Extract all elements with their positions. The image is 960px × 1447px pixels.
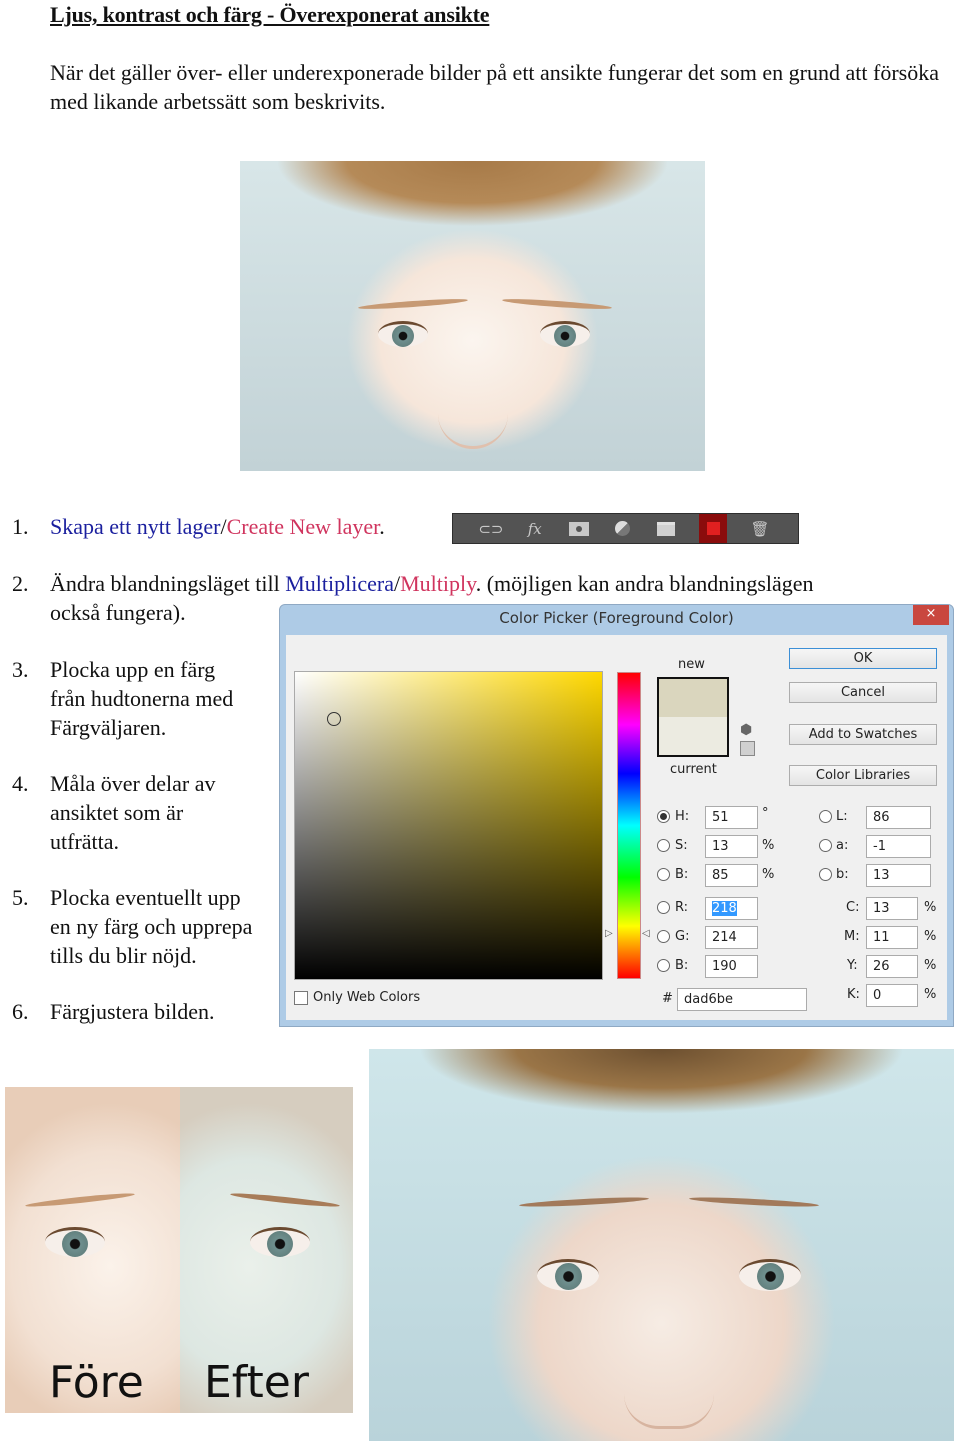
- right-eyebrow: [501, 297, 613, 311]
- after-eye: [250, 1227, 310, 1257]
- lab-b-radio[interactable]: [819, 868, 832, 881]
- hue-slider-left-arrow[interactable]: ▷: [605, 928, 613, 939]
- color-swatch: [657, 677, 729, 757]
- hex-input[interactable]: dad6be: [677, 988, 807, 1011]
- add-mask-icon[interactable]: [568, 519, 590, 539]
- fx-icon[interactable]: fx: [524, 519, 546, 539]
- after-eyebrow: [229, 1191, 341, 1209]
- only-web-colors-checkbox[interactable]: [294, 991, 308, 1005]
- brightness-radio[interactable]: [657, 868, 670, 881]
- dialog-title: Color Picker (Foreground Color): [499, 609, 734, 627]
- saturation-radio[interactable]: [657, 839, 670, 852]
- corrected-face-photo: [369, 1049, 954, 1441]
- intro-paragraph: När det gäller över- eller underexponera…: [50, 60, 939, 114]
- yellow-input[interactable]: 26: [866, 955, 918, 978]
- hue-slider-right-arrow[interactable]: ◁: [642, 928, 650, 939]
- new-label: new: [678, 657, 705, 672]
- after-caption: Efter: [204, 1357, 309, 1408]
- green-input[interactable]: 214: [705, 926, 758, 949]
- new-color-swatch: [659, 679, 727, 717]
- step-4: 4. Måla över delar av ansiktet som är ut…: [12, 771, 216, 854]
- add-to-swatches-button[interactable]: Add to Swatches: [789, 724, 937, 745]
- only-web-colors-label: Only Web Colors: [313, 990, 421, 1005]
- current-color-swatch[interactable]: [659, 717, 727, 755]
- magenta-input[interactable]: 11: [866, 926, 918, 949]
- corrected-left-eye: [537, 1259, 599, 1291]
- step-6: 6. Färgjustera bilden.: [12, 999, 215, 1024]
- cyan-input[interactable]: 13: [866, 897, 918, 920]
- red-radio[interactable]: [657, 901, 670, 914]
- blue-input[interactable]: 190: [705, 955, 758, 978]
- left-eyebrow: [357, 297, 469, 311]
- before-photo: Före: [5, 1087, 180, 1413]
- link-layers-icon[interactable]: ⊂⊃: [478, 519, 503, 539]
- brightness-input[interactable]: 85: [705, 864, 758, 887]
- ok-button[interactable]: OK: [789, 648, 937, 669]
- lab-a-input[interactable]: -1: [866, 835, 931, 858]
- step-3: 3. Plocka upp en färg från hudtonerna me…: [12, 657, 234, 740]
- lab-l-radio[interactable]: [819, 810, 832, 823]
- trash-icon[interactable]: 🗑: [749, 519, 771, 539]
- hue-input[interactable]: 51: [705, 806, 758, 829]
- hue-slider[interactable]: [617, 672, 641, 979]
- step-2-swedish: Multiplicera: [285, 571, 394, 596]
- corrected-right-eyebrow: [688, 1195, 820, 1209]
- overexposed-face-photo: [240, 161, 705, 471]
- step-1: 1. Skapa ett nytt lager/Create New layer…: [12, 514, 385, 539]
- cancel-button[interactable]: Cancel: [789, 682, 937, 703]
- step-2-english: Multiply: [400, 571, 476, 596]
- right-eye: [540, 321, 590, 347]
- after-photo: Efter: [180, 1087, 353, 1413]
- web-safe-swatch-icon[interactable]: [740, 741, 755, 756]
- corrected-right-eye: [739, 1259, 801, 1291]
- close-button[interactable]: ×: [913, 605, 949, 625]
- out-of-gamut-cube-icon[interactable]: ⬢: [740, 722, 752, 738]
- corrected-nose: [624, 1349, 714, 1429]
- group-folder-icon[interactable]: [655, 519, 677, 539]
- adjustment-layer-icon[interactable]: [611, 519, 633, 539]
- nose: [438, 389, 508, 449]
- before-eye: [45, 1227, 105, 1257]
- before-caption: Före: [49, 1357, 144, 1408]
- color-picker-ring[interactable]: [327, 712, 341, 726]
- step-5: 5. Plocka eventuellt upp en ny färg och …: [12, 885, 253, 968]
- red-input[interactable]: 218: [705, 897, 758, 920]
- saturation-input[interactable]: 13: [705, 835, 758, 858]
- left-eye: [378, 321, 428, 347]
- color-libraries-button[interactable]: Color Libraries: [789, 765, 937, 786]
- lab-l-input[interactable]: 86: [866, 806, 931, 829]
- corrected-left-eyebrow: [518, 1195, 650, 1209]
- green-radio[interactable]: [657, 930, 670, 943]
- current-label: current: [670, 762, 717, 777]
- document-title: Ljus, kontrast och färg - Överexponerat …: [50, 2, 490, 27]
- new-layer-icon[interactable]: [699, 514, 728, 543]
- hue-radio[interactable]: [657, 810, 670, 823]
- step-1-english: Create New layer: [226, 514, 380, 539]
- layers-panel-toolbar: ⊂⊃ fx 🗑: [452, 513, 799, 544]
- lab-b-input[interactable]: 13: [866, 864, 931, 887]
- before-eyebrow: [24, 1191, 136, 1209]
- blue-radio[interactable]: [657, 959, 670, 972]
- step-1-swedish: Skapa ett nytt lager: [50, 514, 221, 539]
- black-input[interactable]: 0: [866, 984, 918, 1007]
- lab-a-radio[interactable]: [819, 839, 832, 852]
